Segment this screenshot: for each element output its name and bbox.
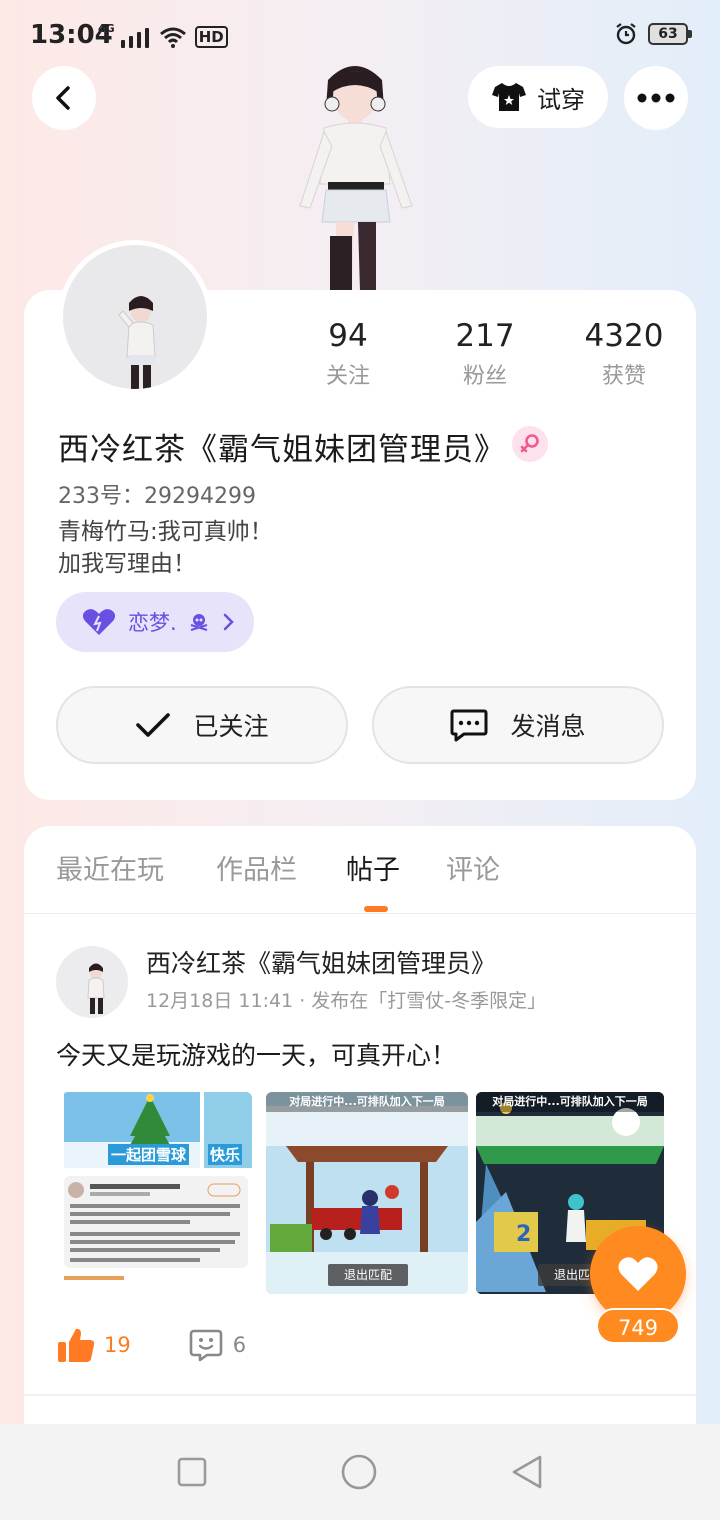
bio-line: 青梅竹马:我可真帅！ xyxy=(58,519,273,545)
stat-value: 217 xyxy=(455,318,515,354)
hd-badge: HD xyxy=(194,26,228,48)
stat-followers[interactable]: 217 粉丝 xyxy=(396,318,574,390)
tab-comments[interactable]: 评论 xyxy=(446,848,500,887)
stat-value: 4320 xyxy=(584,318,664,354)
post-author-avatar[interactable] xyxy=(56,946,128,1018)
back-triangle-icon[interactable] xyxy=(510,1454,544,1490)
post-image-2[interactable]: 对局进行中...可排队加入下一局 退出匹配 xyxy=(266,1092,468,1294)
stat-likes[interactable]: 4320 获赞 xyxy=(574,318,674,390)
more-options-button[interactable] xyxy=(624,66,688,130)
game-screenshot-image xyxy=(64,1092,252,1280)
tab-recently-played[interactable]: 最近在玩 xyxy=(56,848,164,887)
comment-count: 6 xyxy=(232,1333,247,1357)
check-icon xyxy=(136,713,171,737)
post-author-name[interactable]: 西冷红茶《霸气姐妹团管理员》 xyxy=(146,944,496,980)
like-count: 19 xyxy=(104,1333,131,1357)
chevron-left-icon xyxy=(56,86,70,110)
post-actions: 19 6 xyxy=(56,1326,246,1364)
post-text: 今天又是玩游戏的一天，可真开心！ xyxy=(56,1041,457,1070)
post-image-1[interactable]: 一起团雪球 快乐 xyxy=(62,1092,252,1294)
home-icon[interactable] xyxy=(340,1453,378,1491)
battery-indicator: 63 xyxy=(648,23,692,45)
profile-bio: 青梅竹马:我可真帅！ 加我写理由！ xyxy=(58,516,273,580)
stat-label: 获赞 xyxy=(601,364,646,389)
floating-like-count: 749 xyxy=(596,1308,680,1344)
signal-bar xyxy=(144,28,149,48)
profile-stats: 94 关注 217 粉丝 4320 获赞 xyxy=(300,318,674,390)
feed-card: 最近在玩 作品栏 帖子 评论 西冷红茶《霸气姐妹团管理员》 12月18日 11:… xyxy=(24,826,696,1426)
chevron-right-icon xyxy=(223,613,234,631)
avatar-figure xyxy=(118,296,156,389)
tab-works[interactable]: 作品栏 xyxy=(216,848,297,887)
female-icon xyxy=(512,426,548,462)
stat-label: 粉丝 xyxy=(462,364,507,389)
match-status: 对局进行中...可排队加入下一局 xyxy=(266,1092,468,1112)
skull-icon xyxy=(190,614,207,631)
try-on-button[interactable]: 试穿 xyxy=(468,66,608,128)
active-tab-indicator xyxy=(364,906,388,912)
recent-apps-icon[interactable] xyxy=(176,1456,208,1488)
user-id: 233号：29294299 xyxy=(58,484,256,509)
heart-icon xyxy=(618,1257,658,1291)
relationship-label: 恋梦. xyxy=(128,611,177,635)
post-meta: 12月18日 11:41 · 发布在「打雪仗-冬季限定」 xyxy=(146,990,547,1012)
stat-following[interactable]: 94 关注 xyxy=(300,318,396,390)
game-banner: 一起团雪球 xyxy=(108,1144,190,1165)
exit-match-label: 退出匹配 xyxy=(328,1264,408,1286)
send-message-button[interactable]: 发消息 xyxy=(372,686,664,764)
follow-button[interactable]: 已关注 xyxy=(56,686,348,764)
profile-tabs: 最近在玩 作品栏 帖子 评论 xyxy=(24,826,696,914)
network-indicator: 4G HD xyxy=(98,22,228,48)
try-on-label: 试穿 xyxy=(537,85,585,114)
signal-bar xyxy=(136,32,141,48)
tab-posts[interactable]: 帖子 xyxy=(346,848,400,887)
bio-line: 加我写理由！ xyxy=(58,551,196,577)
message-label: 发消息 xyxy=(510,712,586,741)
game-banner: 快乐 xyxy=(208,1144,243,1165)
hero-avatar-figure xyxy=(299,66,413,291)
podium-number: 2 xyxy=(516,1222,532,1247)
chat-bubble-icon xyxy=(450,709,488,742)
avatar-figure xyxy=(87,963,105,1014)
thumbs-up-icon[interactable] xyxy=(56,1326,96,1364)
tshirt-icon xyxy=(492,83,526,111)
signal-bar xyxy=(128,36,133,48)
profile-avatar[interactable] xyxy=(58,240,212,394)
profile-username: 西冷红茶《霸气姐妹团管理员》 xyxy=(58,432,506,468)
comment-icon[interactable] xyxy=(189,1328,223,1362)
signal-bar xyxy=(120,40,125,48)
relationship-tag[interactable]: 恋梦. xyxy=(56,592,254,652)
wifi-icon xyxy=(159,27,186,48)
more-dots-icon xyxy=(637,93,675,103)
stat-label: 关注 xyxy=(325,364,370,389)
network-type: 4G xyxy=(98,22,115,35)
heart-icon xyxy=(82,609,116,635)
follow-label: 已关注 xyxy=(193,712,269,741)
alarm-icon xyxy=(616,23,636,45)
stat-value: 94 xyxy=(328,318,368,354)
status-right: 63 xyxy=(614,22,692,46)
match-status: 对局进行中...可排队加入下一局 xyxy=(476,1092,664,1112)
back-button[interactable] xyxy=(32,66,96,130)
post-divider xyxy=(24,1394,696,1396)
system-nav-bar xyxy=(0,1424,720,1520)
